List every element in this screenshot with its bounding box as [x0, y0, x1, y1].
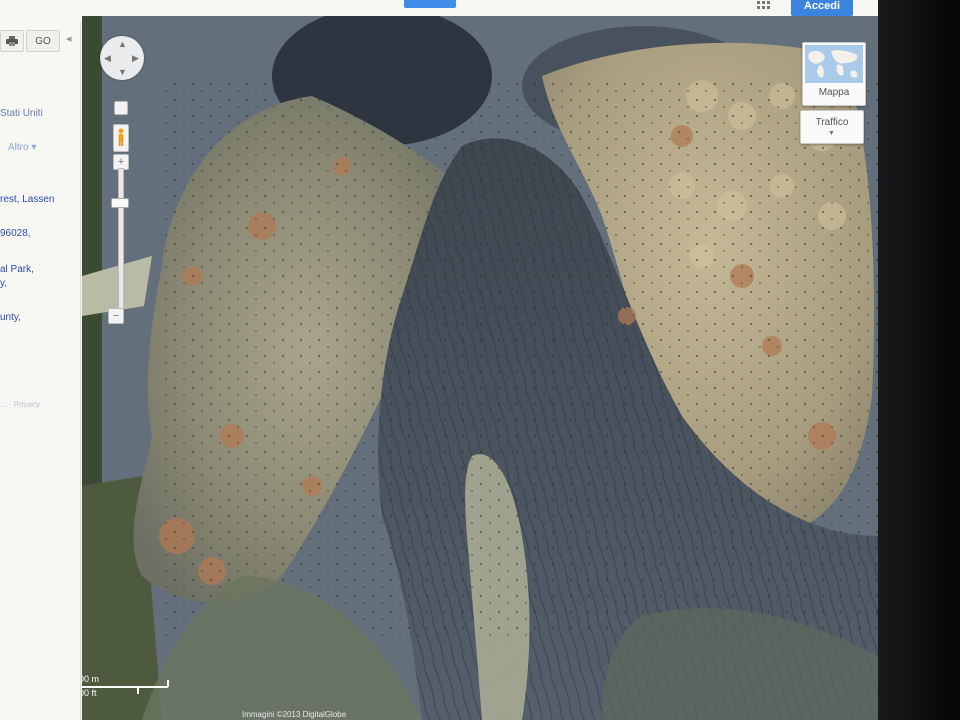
collapse-panel-icon[interactable]: ◂	[66, 32, 72, 45]
search-button[interactable]	[404, 0, 456, 8]
apps-grid-icon[interactable]	[757, 0, 773, 12]
pan-down-icon[interactable]: ▼	[118, 68, 127, 77]
result-line[interactable]: al Park,	[0, 264, 34, 275]
result-line[interactable]: 96028,	[0, 228, 31, 239]
satellite-imagery	[82, 16, 878, 720]
result-line[interactable]: unty,	[0, 312, 21, 323]
browser-screen: Accedi GO ◂ Stati Uniti Altro ▾ rest, La…	[0, 0, 878, 720]
map-thumbnail	[805, 45, 863, 83]
pan-left-icon[interactable]: ◀	[104, 54, 111, 63]
scale-label-metric: 200 m	[82, 674, 100, 684]
scale-bar: 200 m 500 ft	[82, 674, 172, 700]
zoom-slider-track[interactable]	[118, 168, 124, 318]
place-country: Stati Uniti	[0, 108, 43, 119]
monitor-bezel	[878, 0, 960, 720]
chevron-down-icon: ▼	[828, 130, 835, 137]
scale-label-imperial: 500 ft	[82, 688, 97, 698]
map-attribution: Immagini ©2013 DigitalGlobe	[242, 710, 347, 719]
reset-view-button[interactable]	[114, 101, 128, 115]
world-map-icon	[805, 45, 863, 83]
result-line[interactable]: y,	[0, 278, 7, 289]
satellite-map[interactable]: ▲ ▼ ◀ ▶ + − Mappa Traffico ▼ 0 m 0 ft Im…	[82, 16, 878, 720]
result-line[interactable]: rest, Lassen	[0, 194, 54, 205]
privacy-link[interactable]: ... · Privacy	[0, 400, 40, 409]
pan-right-icon[interactable]: ▶	[132, 54, 139, 63]
pan-up-icon[interactable]: ▲	[118, 40, 127, 49]
map-type-label: Mappa	[818, 87, 850, 98]
pan-control[interactable]: ▲ ▼ ◀ ▶	[100, 36, 144, 80]
traffic-label: Traffico	[815, 117, 849, 128]
traffic-button[interactable]: Traffico ▼	[800, 110, 864, 144]
zoom-out-button[interactable]: −	[108, 308, 124, 324]
signin-button[interactable]: Accedi	[791, 0, 853, 16]
link-button[interactable]: GO	[26, 30, 60, 52]
street-view-button[interactable]	[113, 124, 129, 152]
map-type-button[interactable]: Mappa	[802, 42, 866, 106]
zoom-slider-handle[interactable]	[111, 198, 129, 208]
print-icon	[6, 36, 18, 46]
left-panel: GO ◂ Stati Uniti Altro ▾ rest, Lassen 96…	[0, 22, 81, 720]
print-button[interactable]	[0, 30, 24, 52]
pegman-icon	[118, 128, 124, 146]
more-link[interactable]: Altro ▾	[8, 142, 36, 153]
